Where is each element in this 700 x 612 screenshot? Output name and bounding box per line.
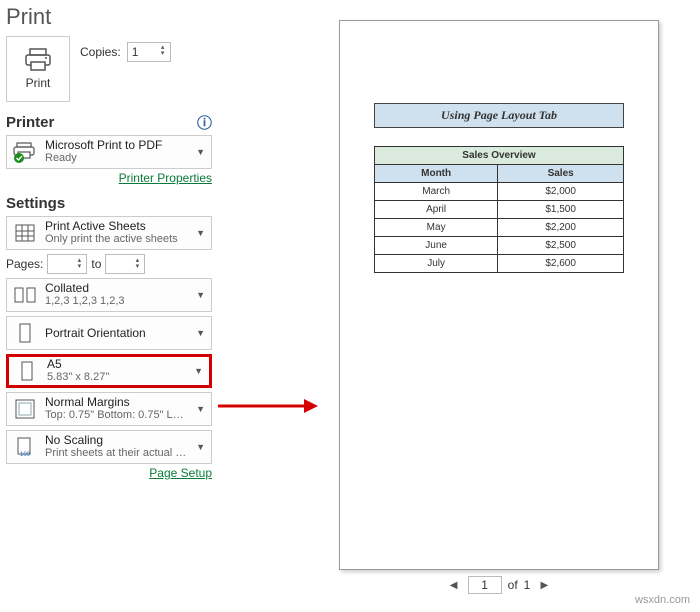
table-row: March$2,000 [375,183,624,201]
preview-page: Using Page Layout Tab Sales Overview Mon… [339,20,659,570]
print-button[interactable]: Print [6,36,70,102]
chevron-down-icon: ▼ [192,366,205,376]
printer-ready-icon [11,138,39,166]
copies-spinner[interactable]: 1 ▴▾ [127,42,171,62]
page-title: Print [6,4,212,30]
table-row: July$2,600 [375,255,624,273]
chevron-down-icon: ▼ [194,228,207,238]
chevron-down-icon: ▼ [194,147,207,157]
collation-dropdown[interactable]: Collated 1,2,3 1,2,3 1,2,3 ▼ [6,278,212,312]
col-sales: Sales [498,165,624,183]
scaling-icon: 100 [11,433,39,461]
margins-sub: Top: 0.75" Bottom: 0.75" Left:… [45,409,188,422]
paper-size-dropdown[interactable]: A5 5.83" x 8.27" ▼ [6,354,212,388]
collated-icon [11,281,39,309]
table-row: June$2,500 [375,237,624,255]
pages-range-row: Pages: ▴▾ to ▴▾ [6,254,212,274]
pages-to-label: to [91,257,101,271]
total-pages: 1 [524,578,531,592]
printer-section-header: Printer ⓘ [6,112,212,133]
printer-name: Microsoft Print to PDF [45,139,188,152]
table-row: May$2,200 [375,219,624,237]
settings-section-header: Settings [6,195,212,212]
prev-page-button[interactable]: ◀ [446,577,462,593]
print-what-dropdown[interactable]: Print Active Sheets Only print the activ… [6,216,212,250]
margins-icon [11,395,39,423]
svg-text:100: 100 [20,452,31,458]
sheets-icon [11,219,39,247]
margins-dropdown[interactable]: Normal Margins Top: 0.75" Bottom: 0.75" … [6,392,212,426]
chevron-down-icon: ▼ [194,442,207,452]
watermark: wsxdn.com [635,594,690,606]
printer-properties-link[interactable]: Printer Properties [119,171,212,185]
chevron-down-icon: ▼ [194,404,207,414]
chevron-down-icon: ▼ [194,328,207,338]
page-nav: ◀ 1 of 1 ▶ [446,576,553,594]
paper-size-sub: 5.83" x 8.27" [47,371,186,384]
printer-icon [24,48,52,72]
table-header-merged: Sales Overview [375,147,624,165]
print-backstage-panel: Print Print Copies: 1 ▴▾ Printer ⓘ [0,0,218,612]
print-button-label: Print [26,76,51,90]
print-what-title: Print Active Sheets [45,220,188,233]
table-row: April$1,500 [375,201,624,219]
printer-status: Ready [45,152,188,165]
printer-dropdown[interactable]: Microsoft Print to PDF Ready ▼ [6,135,212,169]
collation-title: Collated [45,282,188,295]
annotation-arrow-col [218,0,308,612]
scaling-title: No Scaling [45,434,188,447]
of-label: of [508,578,518,592]
collation-sub: 1,2,3 1,2,3 1,2,3 [45,295,188,308]
copies-label: Copies: [80,45,121,59]
pages-from-spinner[interactable]: ▴▾ [47,254,87,274]
scaling-dropdown[interactable]: 100 No Scaling Print sheets at their act… [6,430,212,464]
print-preview-panel: Using Page Layout Tab Sales Overview Mon… [308,0,700,612]
pages-label: Pages: [6,257,43,271]
margins-title: Normal Margins [45,396,188,409]
current-page-input[interactable]: 1 [468,576,502,594]
preview-heading: Using Page Layout Tab [374,103,624,128]
info-icon[interactable]: ⓘ [197,112,212,133]
orientation-title: Portrait Orientation [45,327,188,340]
red-arrow-icon [218,396,318,416]
next-page-button[interactable]: ▶ [536,577,552,593]
orientation-dropdown[interactable]: Portrait Orientation ▼ [6,316,212,350]
chevron-down-icon: ▼ [194,290,207,300]
page-setup-link[interactable]: Page Setup [149,466,212,480]
portrait-icon [11,319,39,347]
pages-to-spinner[interactable]: ▴▾ [105,254,145,274]
print-what-sub: Only print the active sheets [45,233,188,246]
paper-size-title: A5 [47,358,186,371]
preview-table: Sales Overview Month Sales March$2,000 A… [374,146,624,273]
spinner-arrows-icon: ▴▾ [159,45,167,57]
page-icon [13,357,41,385]
scaling-sub: Print sheets at their actual size [45,447,188,460]
col-month: Month [375,165,498,183]
